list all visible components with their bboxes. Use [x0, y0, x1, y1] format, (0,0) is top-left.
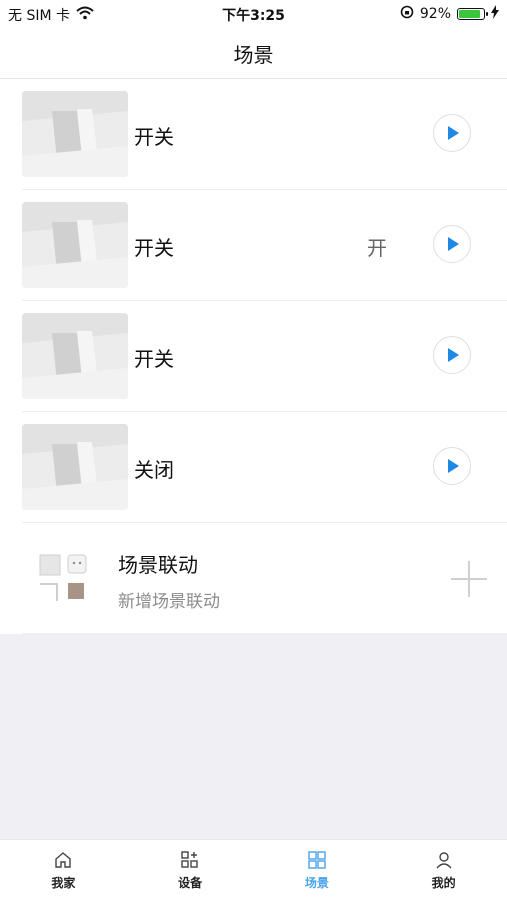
- navigation-bar: 场景: [0, 28, 507, 79]
- play-icon: [448, 126, 459, 140]
- tab-label: 设备: [178, 875, 203, 890]
- scenes-icon: [308, 850, 326, 869]
- play-button[interactable]: [433, 114, 471, 152]
- home-icon: [55, 851, 72, 868]
- scene-title: 开关: [134, 236, 174, 260]
- scene-thumbnail: [22, 424, 128, 510]
- tab-home[interactable]: 我家: [0, 840, 127, 900]
- tab-bar: 我家 设备 场景 我的: [0, 839, 507, 900]
- scene-title: 开关: [134, 347, 174, 371]
- tab-profile[interactable]: 我的: [380, 840, 507, 900]
- scene-row[interactable]: 开关 开: [22, 190, 507, 301]
- user-icon: [436, 851, 452, 868]
- scene-state: 开: [367, 236, 387, 260]
- tab-label: 场景: [304, 875, 329, 890]
- devices-icon: [181, 850, 198, 868]
- scene-linkage-row[interactable]: 场景联动 新增场景联动: [22, 523, 507, 634]
- tab-label: 我的: [431, 875, 456, 890]
- add-linkage-button[interactable]: [451, 561, 487, 597]
- scene-thumbnail: [22, 91, 128, 177]
- rotation-lock-icon: [400, 5, 414, 23]
- battery-icon: [457, 8, 488, 20]
- charging-icon: [491, 5, 499, 23]
- scene-title: 开关: [134, 125, 174, 149]
- play-icon: [448, 459, 459, 473]
- scene-row[interactable]: 关闭: [22, 412, 507, 523]
- scene-row[interactable]: 开关: [22, 79, 507, 190]
- play-button[interactable]: [433, 447, 471, 485]
- scene-row[interactable]: 开关: [22, 301, 507, 412]
- linkage-title: 场景联动: [118, 553, 198, 577]
- tab-devices[interactable]: 设备: [127, 840, 254, 900]
- battery-fill: [459, 10, 481, 18]
- linkage-subtitle: 新增场景联动: [118, 592, 220, 612]
- battery-percent: 92%: [419, 6, 451, 22]
- status-bar: 无 SIM 卡 下午3:25 92%: [0, 0, 507, 28]
- linkage-devices-icon: [38, 553, 88, 603]
- scene-thumbnail: [22, 202, 128, 288]
- tab-label: 我家: [51, 875, 76, 890]
- play-icon: [448, 237, 459, 251]
- status-right: 92%: [400, 5, 499, 23]
- scene-thumbnail: [22, 313, 128, 399]
- scene-list: 开关 开关 开 开关 关闭 场景联动 新增场景联动: [0, 79, 507, 634]
- play-button[interactable]: [433, 336, 471, 374]
- play-button[interactable]: [433, 225, 471, 263]
- play-icon: [448, 348, 459, 362]
- tab-scenes[interactable]: 场景: [254, 840, 381, 900]
- page-title: 场景: [233, 42, 274, 67]
- scene-title: 关闭: [134, 458, 174, 482]
